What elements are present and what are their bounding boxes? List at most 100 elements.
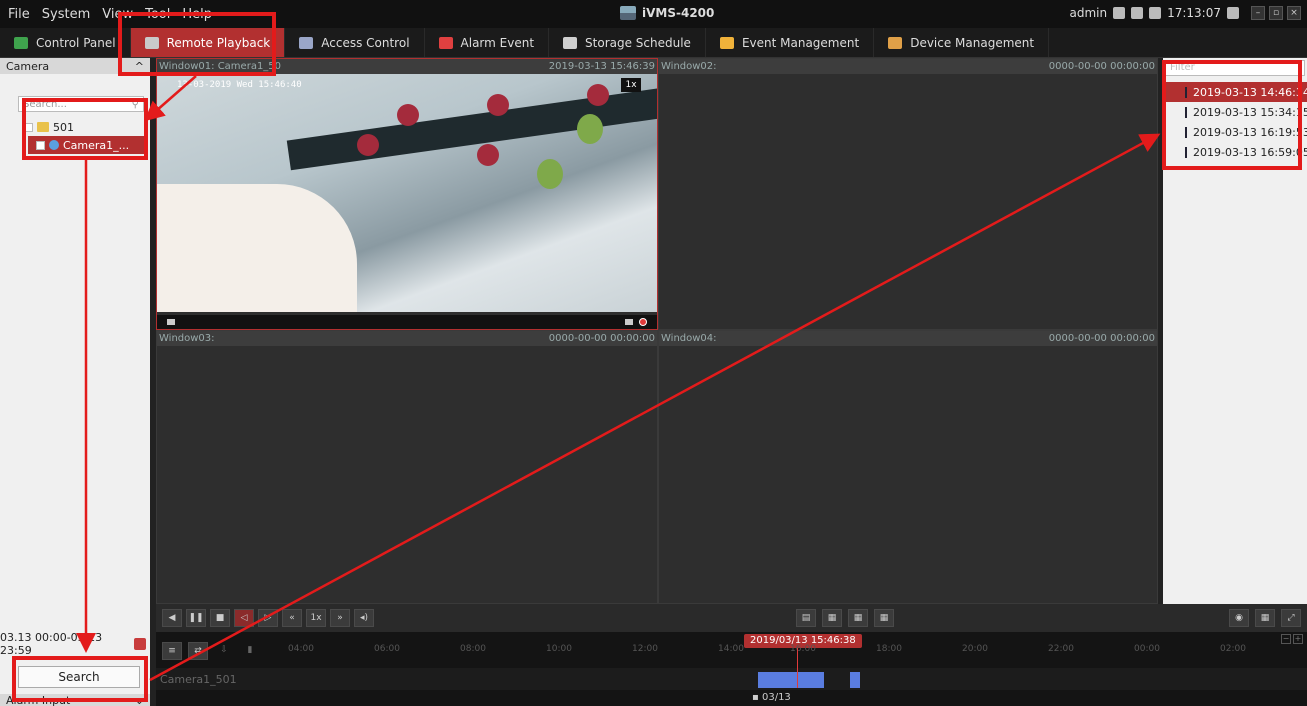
video-frame: 13-03-2019 Wed 15:46:40 1x [157,74,657,312]
camera-capture-icon[interactable]: ◉ [1229,609,1249,627]
window-title: Window04: [661,333,717,344]
window-footer [157,315,657,329]
monitor-icon[interactable] [1131,7,1144,19]
window-title: Window02: [661,61,717,72]
window-time: 0000-00-00 00:00:00 [1048,61,1155,72]
video-flower [477,144,499,166]
close-button[interactable]: × [1287,6,1301,20]
speed-indicator: 1x [621,78,641,92]
pause-icon[interactable]: ❚❚ [186,609,206,627]
tab-label: Device Management [910,35,1035,50]
window-layout-icon[interactable]: ▦ [1255,609,1275,627]
tab-label: Access Control [321,35,410,50]
reverse-icon[interactable]: ◀ [162,609,182,627]
device-icon [888,36,903,49]
window-header: Window02: 0000-00-00 00:00:00 [659,59,1157,74]
tab-storage-schedule[interactable]: Storage Schedule [549,28,706,57]
maximize-button[interactable]: ▫ [1269,6,1283,20]
minimize-button[interactable]: – [1251,6,1265,20]
recording-segment[interactable] [850,672,860,688]
timeline-tick: 16:00 [790,644,816,654]
tab-event-management[interactable]: Event Management [706,28,875,57]
record-icon[interactable] [639,318,647,326]
annotation-box [12,656,148,702]
current-user: admin [1069,6,1108,20]
video-leaf [577,114,603,144]
timeline-tick: 12:00 [632,644,658,654]
layout-3-icon[interactable]: ▦ [848,609,868,627]
slower-icon[interactable]: « [282,609,302,627]
video-osd-timestamp: 13-03-2019 Wed 15:46:40 [177,80,302,90]
app-title: iVMS-4200 [620,6,714,20]
video-foreground-object [157,184,357,312]
window-04[interactable]: Window04: 0000-00-00 00:00:00 [658,330,1158,604]
timeline[interactable]: ≡ ⇄ ⇩ ▮ 2019/03/13 15:46:38 04:00 06:00 … [156,632,1307,706]
access-control-icon [299,36,314,49]
storage-icon [563,36,578,49]
video-flower [487,94,509,116]
timeline-tick: 04:00 [288,644,314,654]
annotation-box [1162,60,1302,170]
recording-segment[interactable] [758,672,824,688]
window-03[interactable]: Window03: 0000-00-00 00:00:00 [156,330,658,604]
timeline-tick: 14:00 [718,644,744,654]
timeline-tick: 00:00 [1134,644,1160,654]
tab-control-panel[interactable]: Control Panel [0,28,131,57]
app-title-text: iVMS-4200 [642,6,715,20]
calendar-icon[interactable] [134,638,146,650]
help-icon[interactable] [1113,7,1126,19]
status-area: admin 17:13:07 – ▫ × [1069,6,1301,20]
video-flower [587,84,609,106]
capture-icon[interactable] [625,319,633,325]
layout-2-icon[interactable]: ▦ [822,609,842,627]
timeline-date: ▪ 03/13 [752,692,791,703]
timeline-date-text: 03/13 [761,692,791,703]
video-flower [357,134,379,156]
timeline-tick: 10:00 [546,644,572,654]
date-range-field[interactable]: 03.13 00:00-03.13 23:59 [0,631,150,657]
control-panel-icon [14,36,28,49]
video-leaf [537,159,563,189]
camera-panel-title: Camera [6,59,50,73]
window-title: Window03: [159,333,215,344]
timeline-camera-label: Camera1_501 [160,673,237,686]
tab-access-control[interactable]: Access Control [285,28,425,57]
tab-device-management[interactable]: Device Management [874,28,1050,57]
window-menu-icon[interactable] [167,319,175,325]
layout-4-icon[interactable]: ▦ [874,609,894,627]
menu-system[interactable]: System [36,7,96,22]
event-icon [719,36,734,49]
timeline-tick: 08:00 [460,644,486,654]
volume-icon[interactable]: ◂) [354,609,374,627]
window-time: 0000-00-00 00:00:00 [1048,333,1155,344]
timeline-track[interactable]: Camera1_501 [156,668,1307,690]
step-forward-icon[interactable]: ▷ [258,609,278,627]
alarm-icon [438,36,453,49]
timeline-tick: 20:00 [962,644,988,654]
zoom-in-button[interactable]: + [1293,634,1303,644]
annotation-box [118,12,276,76]
playhead[interactable] [797,648,798,688]
tab-alarm-event[interactable]: Alarm Event [425,28,550,57]
stop-icon[interactable]: ■ [210,609,230,627]
cpu-icon[interactable] [1149,7,1162,19]
layout-1-icon[interactable]: ▤ [796,609,816,627]
window-02[interactable]: Window02: 0000-00-00 00:00:00 [658,58,1158,330]
step-back-icon[interactable]: ◁ [234,609,254,627]
annotation-box [22,98,148,160]
fullscreen-icon[interactable]: ⤢ [1281,609,1301,627]
window-01[interactable]: Window01: Camera1_50 2019-03-13 15:46:39… [156,58,658,330]
timeline-tick: 02:00 [1220,644,1246,654]
lock-icon[interactable] [1227,7,1239,19]
window-time: 0000-00-00 00:00:00 [548,333,655,344]
tab-label: Alarm Event [460,35,535,50]
clock: 17:13:07 [1167,6,1221,20]
video-grid: Window01: Camera1_50 2019-03-13 15:46:39… [156,58,1158,604]
window-header: Window03: 0000-00-00 00:00:00 [157,331,657,346]
playback-toolbar: ◀ ❚❚ ■ ◁ ▷ « 1x » ◂) ▤ ▦ ▦ ▦ ◉ ▦ ⤢ [156,604,1307,632]
zoom-out-button[interactable]: − [1281,634,1291,644]
date-range-text: 03.13 00:00-03.13 23:59 [0,631,103,657]
window-time: 2019-03-13 15:46:39 [548,61,655,72]
faster-icon[interactable]: » [330,609,350,627]
menu-file[interactable]: File [0,7,36,22]
